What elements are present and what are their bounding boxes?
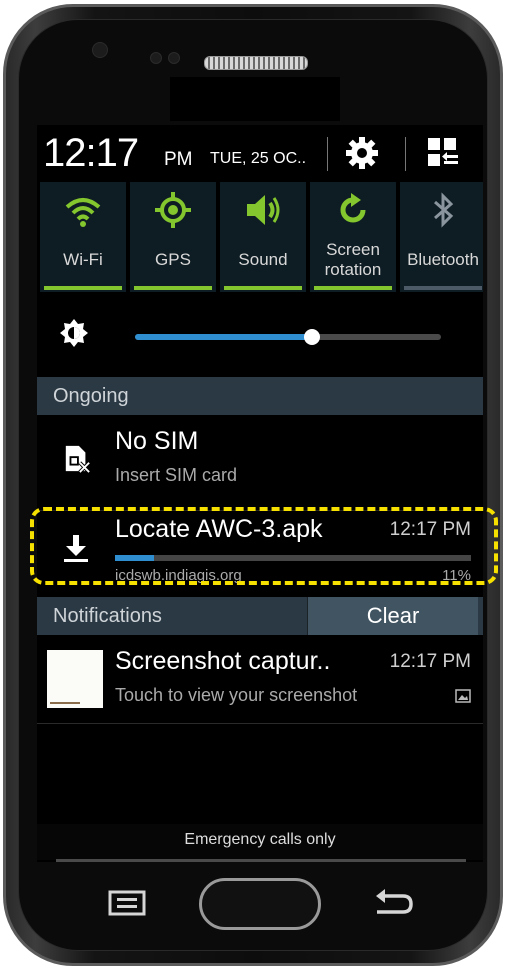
panel-drag-handle[interactable] <box>56 859 466 862</box>
bluetooth-label: Bluetooth <box>407 250 479 269</box>
back-key-icon[interactable] <box>371 886 415 920</box>
highlight-annotation <box>30 507 498 585</box>
bluetooth-icon <box>434 192 454 228</box>
menu-key-icon[interactable] <box>108 890 146 916</box>
divider <box>327 137 328 171</box>
sensor-dot <box>150 52 162 64</box>
screen-rotation-toggle[interactable]: Screen rotation <box>310 182 396 292</box>
sensor-dot <box>168 52 180 64</box>
wifi-icon <box>65 198 101 227</box>
notifications-header: Notifications Clear <box>37 597 483 635</box>
sim-error-icon <box>65 445 91 473</box>
clock-ampm: PM <box>164 149 193 170</box>
gps-status-bar <box>134 286 212 290</box>
ongoing-header: Ongoing <box>37 377 483 415</box>
no-sim-notification[interactable]: No SIM Insert SIM card <box>37 415 483 501</box>
notification-subtitle: Insert SIM card <box>115 465 238 485</box>
sound-icon <box>247 195 280 225</box>
wifi-label: Wi-Fi <box>63 250 103 269</box>
notification-panel: 12:17 PM TUE, 25 OC.. Wi-Fi GPS Sound Sc… <box>37 125 483 862</box>
quick-settings-row: Wi-Fi GPS Sound Screen rotation Bluetoot… <box>37 182 483 297</box>
brightness-thumb[interactable] <box>304 329 320 345</box>
rotation-label-line2: rotation <box>324 260 382 279</box>
gps-icon <box>155 192 191 228</box>
notification-subtitle: Touch to view your screenshot <box>115 685 358 705</box>
bluetooth-toggle[interactable]: Bluetooth <box>400 182 483 292</box>
brightness-icon <box>60 319 88 347</box>
notification-title: No SIM <box>115 427 199 455</box>
wifi-status-bar <box>44 286 122 290</box>
clock-time: 12:17 <box>43 131 139 175</box>
rotation-status-bar <box>314 286 392 290</box>
notification-title: Screenshot captur.. <box>115 647 331 675</box>
thumbnail-detail <box>50 702 80 704</box>
clear-button[interactable]: Clear <box>307 597 478 635</box>
earpiece-speaker <box>204 56 308 70</box>
quick-settings-edit-icon[interactable] <box>425 135 461 171</box>
bluetooth-status-bar <box>404 286 482 290</box>
sound-toggle[interactable]: Sound <box>220 182 306 292</box>
front-camera <box>92 42 108 58</box>
screenshot-notification[interactable]: Screenshot captur.. 12:17 PM Touch to vi… <box>37 637 483 724</box>
date-label: TUE, 25 OC.. <box>210 150 307 167</box>
settings-gear-icon[interactable] <box>344 135 380 171</box>
sound-status-bar <box>224 286 302 290</box>
notification-time: 12:17 PM <box>389 651 471 672</box>
brightness-fill <box>135 334 312 340</box>
notifications-header-label: Notifications <box>53 605 162 627</box>
ongoing-header-label: Ongoing <box>53 385 129 407</box>
gps-toggle[interactable]: GPS <box>130 182 216 292</box>
sound-label: Sound <box>238 250 288 269</box>
divider <box>405 137 406 171</box>
wifi-toggle[interactable]: Wi-Fi <box>40 182 126 292</box>
rotation-label-line1: Screen <box>326 240 380 259</box>
emergency-calls-label: Emergency calls only <box>37 824 483 860</box>
brightness-row <box>37 302 483 372</box>
gps-label: GPS <box>155 250 191 269</box>
image-icon <box>455 689 471 703</box>
redaction-box <box>170 77 340 121</box>
home-button[interactable] <box>199 878 321 930</box>
rotation-icon <box>340 193 366 223</box>
status-bar: 12:17 PM TUE, 25 OC.. <box>37 125 483 180</box>
screenshot-thumbnail <box>47 650 103 708</box>
